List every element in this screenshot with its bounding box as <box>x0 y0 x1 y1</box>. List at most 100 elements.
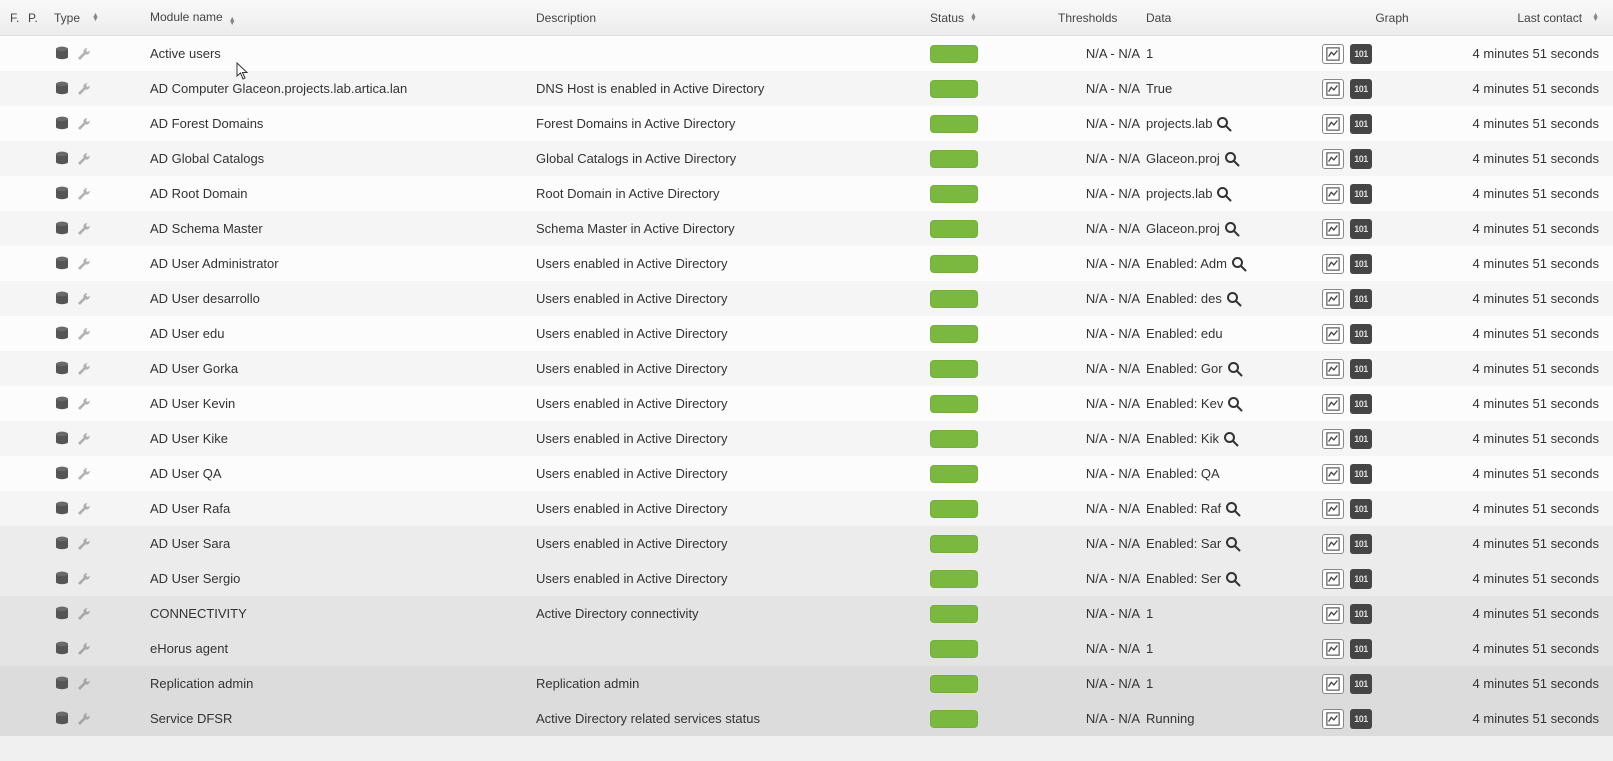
status-indicator[interactable] <box>930 675 978 693</box>
graph-button[interactable] <box>1322 324 1344 344</box>
status-indicator[interactable] <box>930 640 978 658</box>
raw-data-button[interactable]: 101 <box>1350 674 1372 694</box>
graph-button[interactable] <box>1322 604 1344 624</box>
wrench-icon[interactable] <box>76 606 92 622</box>
wrench-icon[interactable] <box>76 431 92 447</box>
module-name[interactable]: AD Forest Domains <box>150 116 536 131</box>
module-name[interactable]: AD Schema Master <box>150 221 536 236</box>
graph-button[interactable] <box>1322 429 1344 449</box>
search-icon[interactable] <box>1216 186 1232 202</box>
raw-data-button[interactable]: 101 <box>1350 639 1372 659</box>
search-icon[interactable] <box>1227 396 1243 412</box>
graph-button[interactable] <box>1322 289 1344 309</box>
module-name[interactable]: AD User Sergio <box>150 571 536 586</box>
wrench-icon[interactable] <box>76 361 92 377</box>
status-indicator[interactable] <box>930 465 978 483</box>
module-name[interactable]: Active users <box>150 46 536 61</box>
wrench-icon[interactable] <box>76 571 92 587</box>
wrench-icon[interactable] <box>76 256 92 272</box>
graph-button[interactable] <box>1322 184 1344 204</box>
wrench-icon[interactable] <box>76 116 92 132</box>
graph-button[interactable] <box>1322 394 1344 414</box>
wrench-icon[interactable] <box>76 396 92 412</box>
status-indicator[interactable] <box>930 150 978 168</box>
table-row[interactable]: AD User Gorka Users enabled in Active Di… <box>0 351 1613 386</box>
table-row[interactable]: AD Computer Glaceon.projects.lab.artica.… <box>0 71 1613 106</box>
wrench-icon[interactable] <box>76 46 92 62</box>
search-icon[interactable] <box>1227 361 1243 377</box>
table-row[interactable]: Service DFSR Active Directory related se… <box>0 701 1613 736</box>
table-row[interactable]: AD User edu Users enabled in Active Dire… <box>0 316 1613 351</box>
wrench-icon[interactable] <box>76 466 92 482</box>
status-indicator[interactable] <box>930 395 978 413</box>
raw-data-button[interactable]: 101 <box>1350 149 1372 169</box>
search-icon[interactable] <box>1225 536 1241 552</box>
table-row[interactable]: AD User Sara Users enabled in Active Dir… <box>0 526 1613 561</box>
module-name[interactable]: AD User Rafa <box>150 501 536 516</box>
table-row[interactable]: AD User Kevin Users enabled in Active Di… <box>0 386 1613 421</box>
graph-button[interactable] <box>1322 114 1344 134</box>
wrench-icon[interactable] <box>76 81 92 97</box>
raw-data-button[interactable]: 101 <box>1350 44 1372 64</box>
table-row[interactable]: AD User Rafa Users enabled in Active Dir… <box>0 491 1613 526</box>
raw-data-button[interactable]: 101 <box>1350 79 1372 99</box>
module-name[interactable]: CONNECTIVITY <box>150 606 536 621</box>
status-indicator[interactable] <box>930 115 978 133</box>
status-indicator[interactable] <box>930 45 978 63</box>
module-name[interactable]: AD Global Catalogs <box>150 151 536 166</box>
wrench-icon[interactable] <box>76 641 92 657</box>
table-row[interactable]: AD Root Domain Root Domain in Active Dir… <box>0 176 1613 211</box>
raw-data-button[interactable]: 101 <box>1350 429 1372 449</box>
graph-button[interactable] <box>1322 254 1344 274</box>
status-indicator[interactable] <box>930 430 978 448</box>
raw-data-button[interactable]: 101 <box>1350 324 1372 344</box>
table-row[interactable]: AD User desarrollo Users enabled in Acti… <box>0 281 1613 316</box>
module-name[interactable]: eHorus agent <box>150 641 536 656</box>
module-name[interactable]: Replication admin <box>150 676 536 691</box>
header-graph[interactable]: Graph <box>1322 11 1462 25</box>
graph-button[interactable] <box>1322 219 1344 239</box>
table-row[interactable]: CONNECTIVITY Active Directory connectivi… <box>0 596 1613 631</box>
search-icon[interactable] <box>1216 116 1232 132</box>
search-icon[interactable] <box>1231 256 1247 272</box>
header-p[interactable]: P. <box>28 11 54 25</box>
search-icon[interactable] <box>1224 221 1240 237</box>
wrench-icon[interactable] <box>76 711 92 727</box>
graph-button[interactable] <box>1322 149 1344 169</box>
module-name[interactable]: AD User edu <box>150 326 536 341</box>
status-indicator[interactable] <box>930 535 978 553</box>
status-indicator[interactable] <box>930 500 978 518</box>
status-indicator[interactable] <box>930 220 978 238</box>
table-row[interactable]: AD Forest Domains Forest Domains in Acti… <box>0 106 1613 141</box>
wrench-icon[interactable] <box>76 151 92 167</box>
table-row[interactable]: Active users N/A - N/A 1 101 4 minutes 5… <box>0 36 1613 71</box>
raw-data-button[interactable]: 101 <box>1350 394 1372 414</box>
raw-data-button[interactable]: 101 <box>1350 114 1372 134</box>
graph-button[interactable] <box>1322 464 1344 484</box>
module-name[interactable]: AD User Gorka <box>150 361 536 376</box>
status-indicator[interactable] <box>930 255 978 273</box>
raw-data-button[interactable]: 101 <box>1350 254 1372 274</box>
module-name[interactable]: AD Root Domain <box>150 186 536 201</box>
raw-data-button[interactable]: 101 <box>1350 569 1372 589</box>
raw-data-button[interactable]: 101 <box>1350 464 1372 484</box>
header-last-contact[interactable]: Last contact <box>1462 11 1613 25</box>
raw-data-button[interactable]: 101 <box>1350 604 1372 624</box>
graph-button[interactable] <box>1322 709 1344 729</box>
status-indicator[interactable] <box>930 710 978 728</box>
table-row[interactable]: AD Global Catalogs Global Catalogs in Ac… <box>0 141 1613 176</box>
wrench-icon[interactable] <box>76 676 92 692</box>
status-indicator[interactable] <box>930 290 978 308</box>
table-row[interactable]: AD User Sergio Users enabled in Active D… <box>0 561 1613 596</box>
graph-button[interactable] <box>1322 359 1344 379</box>
search-icon[interactable] <box>1224 151 1240 167</box>
raw-data-button[interactable]: 101 <box>1350 359 1372 379</box>
graph-button[interactable] <box>1322 569 1344 589</box>
status-indicator[interactable] <box>930 605 978 623</box>
wrench-icon[interactable] <box>76 291 92 307</box>
status-indicator[interactable] <box>930 185 978 203</box>
table-row[interactable]: Replication admin Replication admin N/A … <box>0 666 1613 701</box>
wrench-icon[interactable] <box>76 186 92 202</box>
table-row[interactable]: AD User Administrator Users enabled in A… <box>0 246 1613 281</box>
header-status[interactable]: Status <box>930 11 1058 25</box>
